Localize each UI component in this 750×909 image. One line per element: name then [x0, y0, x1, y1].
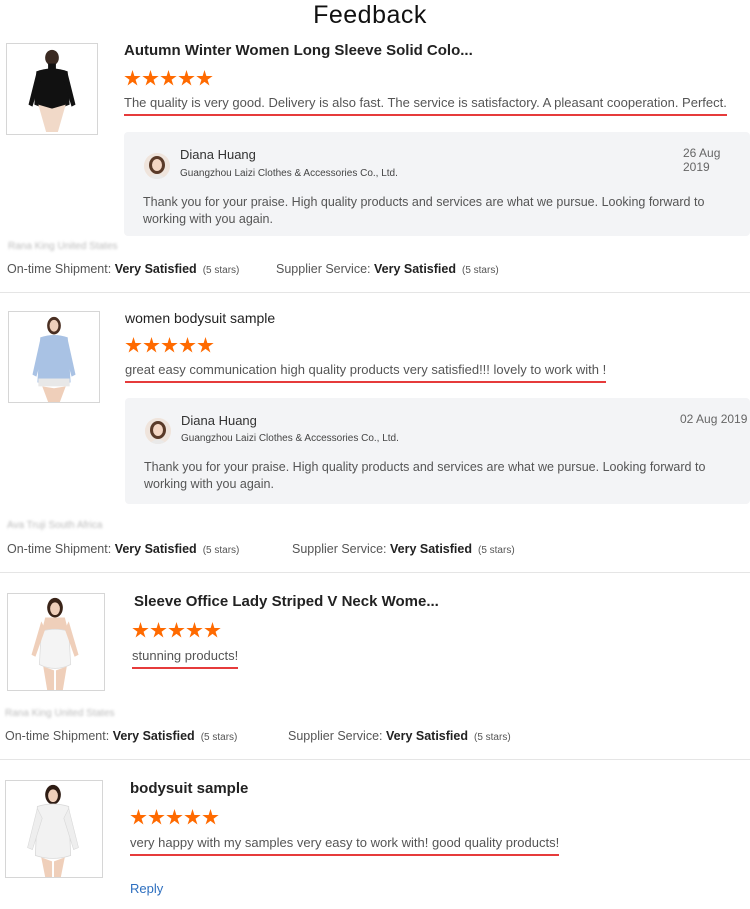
- reply-link[interactable]: Reply: [130, 881, 163, 896]
- product-title[interactable]: Autumn Winter Women Long Sleeve Solid Co…: [124, 42, 473, 59]
- rating-stars: [124, 70, 214, 88]
- star-icon: [197, 337, 214, 353]
- reply-author: Diana Huang: [180, 147, 256, 162]
- star-icon: [161, 337, 178, 353]
- star-icon: [178, 70, 195, 86]
- buyer-info: Rana King United States: [5, 708, 115, 719]
- star-icon: [130, 809, 147, 825]
- reply-company: Guangzhou Laizi Clothes & Accessories Co…: [181, 433, 399, 444]
- star-icon: [143, 337, 160, 353]
- shipment-rating: On-time Shipment: Very Satisfied (5 stars…: [5, 729, 238, 743]
- star-icon: [132, 622, 149, 638]
- reply-company: Guangzhou Laizi Clothes & Accessories Co…: [180, 168, 398, 179]
- avatar: [145, 418, 171, 444]
- white-bodysuit-image: [8, 594, 104, 690]
- review-text: The quality is very good. Delivery is al…: [124, 95, 727, 116]
- product-thumbnail[interactable]: [6, 43, 98, 135]
- star-icon: [184, 809, 201, 825]
- star-icon: [124, 70, 141, 86]
- reply-date: 26 Aug 2019: [683, 146, 721, 174]
- star-icon: [186, 622, 203, 638]
- supplier-reply: Diana Huang Guangzhou Laizi Clothes & Ac…: [125, 398, 750, 504]
- avatar: [144, 153, 170, 179]
- reply-date: 02 Aug 2019: [680, 412, 748, 426]
- shipment-rating: On-time Shipment: Very Satisfied (5 stars…: [7, 262, 240, 276]
- blue-shirt-bodysuit-image: [9, 312, 99, 402]
- black-bodysuit-image: [7, 44, 97, 134]
- star-icon: [204, 622, 221, 638]
- product-title[interactable]: women bodysuit sample: [125, 310, 275, 326]
- rating-stars: [132, 622, 222, 640]
- product-thumbnail[interactable]: [7, 593, 105, 691]
- rating-stars: [130, 809, 220, 827]
- star-icon: [125, 337, 142, 353]
- buyer-info: Ava Truji South Africa: [7, 520, 103, 531]
- review-text: very happy with my samples very easy to …: [130, 835, 560, 856]
- star-icon: [150, 622, 167, 638]
- star-icon: [202, 809, 219, 825]
- divider: [0, 292, 750, 293]
- buyer-info: Rana King United States: [8, 241, 118, 252]
- product-thumbnail[interactable]: [8, 311, 100, 403]
- star-icon: [160, 70, 177, 86]
- rating-stars: [125, 337, 215, 355]
- divider: [0, 572, 750, 573]
- product-title[interactable]: bodysuit sample: [130, 780, 248, 797]
- white-shirt-bodysuit-image: [6, 781, 102, 877]
- reply-text: Thank you for your praise. High quality …: [144, 460, 706, 491]
- star-icon: [166, 809, 183, 825]
- product-thumbnail[interactable]: [5, 780, 103, 878]
- review-text: stunning products!: [132, 648, 239, 669]
- divider: [0, 759, 750, 760]
- star-icon: [196, 70, 213, 86]
- star-icon: [168, 622, 185, 638]
- star-icon: [148, 809, 165, 825]
- star-icon: [142, 70, 159, 86]
- service-rating: Supplier Service: Very Satisfied (5 stars…: [292, 542, 515, 556]
- reply-author: Diana Huang: [181, 413, 257, 428]
- star-icon: [179, 337, 196, 353]
- reply-text: Thank you for your praise. High quality …: [143, 195, 705, 226]
- review-text: great easy communication high quality pr…: [125, 362, 607, 383]
- shipment-rating: On-time Shipment: Very Satisfied (5 stars…: [7, 542, 240, 556]
- supplier-reply: Diana Huang Guangzhou Laizi Clothes & Ac…: [124, 132, 750, 236]
- product-title[interactable]: Sleeve Office Lady Striped V Neck Wome..…: [134, 593, 439, 610]
- service-rating: Supplier Service: Very Satisfied (5 stars…: [276, 262, 499, 276]
- page-title: Feedback: [313, 1, 427, 29]
- service-rating: Supplier Service: Very Satisfied (5 stars…: [288, 729, 511, 743]
